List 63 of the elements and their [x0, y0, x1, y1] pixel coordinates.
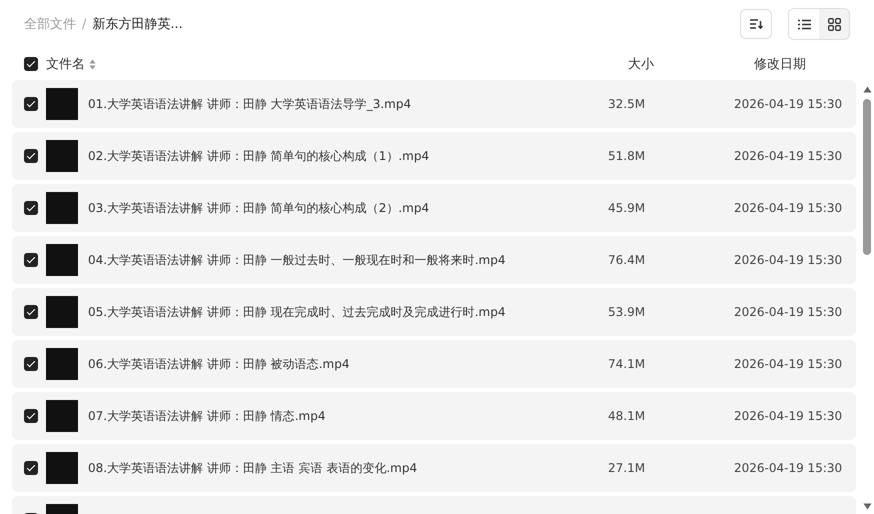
file-name: 02.大学英语语法讲解 讲师：田静 简单句的核心构成（1）.mp4	[88, 148, 430, 164]
row-checkbox[interactable]	[24, 409, 38, 423]
row-checkbox[interactable]	[24, 201, 38, 215]
file-row[interactable]: 02.大学英语语法讲解 讲师：田静 简单句的核心构成（1）.mp4 51.8M 2026-04-19 15:30	[12, 132, 856, 180]
video-thumbnail	[46, 140, 78, 172]
file-size: 32.5M	[608, 97, 646, 111]
file-name: 04.大学英语语法讲解 讲师：田静 一般过去时、一般现在时和一般将来时.mp4	[88, 252, 506, 268]
file-size: 48.1M	[608, 409, 646, 423]
row-checkbox[interactable]	[24, 357, 38, 371]
file-name: 08.大学英语语法讲解 讲师：田静 主语 宾语 表语的变化.mp4	[88, 460, 418, 476]
video-thumbnail	[46, 296, 78, 328]
file-size: 76.4M	[608, 253, 646, 267]
modified-date: 2026-04-19 15:30	[734, 149, 844, 163]
file-name: 05.大学英语语法讲解 讲师：田静 现在完成时、过去完成时及完成进行时.mp4	[88, 304, 506, 320]
file-size: 53.9M	[608, 305, 646, 319]
file-name: 01.大学英语语法讲解 讲师：田静 大学英语语法导学_3.mp4	[88, 96, 412, 112]
modified-date: 2026-04-19 15:30	[734, 201, 844, 215]
video-thumbnail	[46, 348, 78, 380]
file-row[interactable]: 04.大学英语语法讲解 讲师：田静 一般过去时、一般现在时和一般将来时.mp4 76.4M 2026-04-19 15:30	[12, 236, 856, 284]
file-row[interactable]: 05.大学英语语法讲解 讲师：田静 现在完成时、过去完成时及完成进行时.mp4 53.9M 2026-04-19 15:30	[12, 288, 856, 336]
column-header: 修改日期	[754, 56, 807, 73]
breadcrumb-separator: /	[82, 16, 86, 32]
modified-date: 2026-04-19 15:30	[734, 357, 844, 371]
file-size: 51.8M	[608, 149, 646, 163]
list-view-button[interactable]	[789, 9, 819, 39]
scroll-down-icon[interactable]	[862, 503, 872, 510]
row-checkbox[interactable]	[24, 461, 38, 475]
grid-icon	[828, 18, 840, 30]
file-size: 27.1M	[608, 461, 646, 475]
column-header[interactable]: 文件名	[46, 55, 85, 73]
modified-date: 2026-04-19 15:30	[734, 461, 844, 475]
file-size: 45.9M	[608, 201, 646, 215]
sort-button[interactable]	[740, 9, 772, 39]
column-header: 大小	[628, 56, 655, 73]
breadcrumb-item: 新东方田静英...	[92, 16, 183, 33]
video-thumbnail	[46, 244, 78, 276]
video-thumbnail	[46, 88, 78, 120]
sort-icon	[749, 18, 763, 30]
row-checkbox[interactable]	[24, 305, 38, 319]
file-row[interactable]: 08.大学英语语法讲解 讲师：田静 主语 宾语 表语的变化.mp4 27.1M 2026-04-19 15:30	[12, 444, 856, 492]
video-thumbnail	[46, 400, 78, 432]
file-name: 07.大学英语语法讲解 讲师：田静 情态.mp4	[88, 408, 326, 424]
video-thumbnail	[46, 452, 78, 484]
file-row[interactable]: 06.大学英语语法讲解 讲师：田静 被动语态.mp4 74.1M 2026-04-19 15:30	[12, 340, 856, 388]
list-icon	[798, 18, 810, 30]
video-thumbnail	[46, 192, 78, 224]
modified-date: 2026-04-19 15:30	[734, 253, 844, 267]
modified-date: 2026-04-19 15:30	[734, 305, 844, 319]
file-row[interactable]: 01.大学英语语法讲解 讲师：田静 大学英语语法导学_3.mp4 32.5M 2026-04-19 15:30	[12, 80, 856, 128]
select-all-checkbox[interactable]	[24, 57, 38, 71]
scroll-up-icon[interactable]	[862, 86, 872, 93]
file-name: 06.大学英语语法讲解 讲师：田静 被动语态.mp4	[88, 356, 350, 372]
file-row[interactable]: 03.大学英语语法讲解 讲师：田静 简单句的核心构成（2）.mp4 45.9M 2026-04-19 15:30	[12, 184, 856, 232]
modified-date: 2026-04-19 15:30	[734, 409, 844, 423]
file-name: 03.大学英语语法讲解 讲师：田静 简单句的核心构成（2）.mp4	[88, 200, 430, 216]
row-checkbox[interactable]	[24, 149, 38, 163]
file-size: 74.1M	[608, 357, 646, 371]
row-checkbox[interactable]	[24, 253, 38, 267]
sort-arrows-icon[interactable]	[89, 58, 96, 70]
file-row[interactable]: 07.大学英语语法讲解 讲师：田静 情态.mp4 48.1M 2026-04-19 15:30	[12, 392, 856, 440]
modified-date: 2026-04-19 15:30	[734, 97, 844, 111]
row-checkbox[interactable]	[24, 97, 38, 111]
scrollbar-thumb[interactable]	[863, 99, 871, 255]
